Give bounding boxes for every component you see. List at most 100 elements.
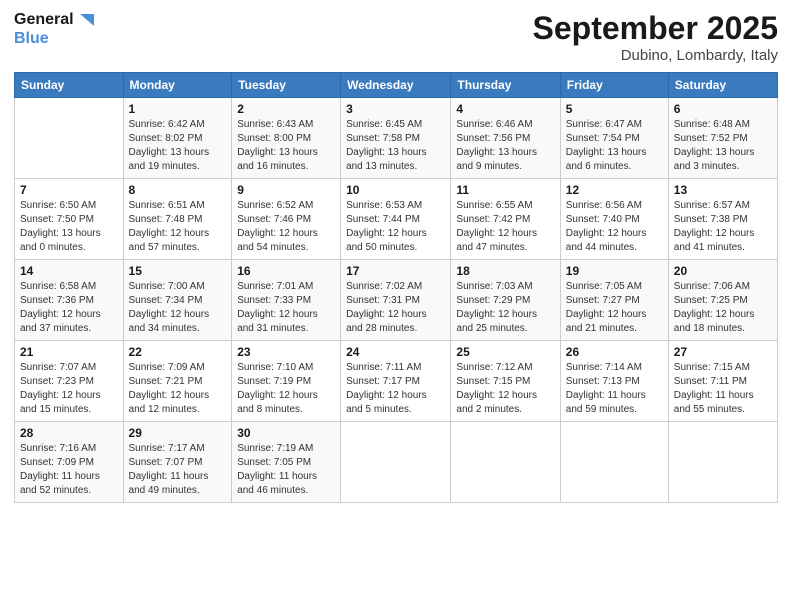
calendar-cell: 19 Sunrise: 7:05 AMSunset: 7:27 PMDaylig… (560, 260, 668, 341)
calendar-cell: 6 Sunrise: 6:48 AMSunset: 7:52 PMDayligh… (668, 98, 777, 179)
day-info: Sunrise: 6:53 AMSunset: 7:44 PMDaylight:… (346, 199, 445, 255)
day-number: 17 (346, 264, 445, 278)
logo-blue: Blue (14, 30, 96, 48)
calendar-cell (341, 422, 451, 503)
calendar-cell: 26 Sunrise: 7:14 AMSunset: 7:13 PMDaylig… (560, 341, 668, 422)
page-container: General Blue September 2025 Dubino, Lomb… (0, 0, 792, 513)
calendar-cell: 30 Sunrise: 7:19 AMSunset: 7:05 PMDaylig… (232, 422, 341, 503)
day-number: 6 (674, 102, 772, 116)
calendar-cell (560, 422, 668, 503)
calendar-row: 28 Sunrise: 7:16 AMSunset: 7:09 PMDaylig… (15, 422, 778, 503)
day-info: Sunrise: 6:48 AMSunset: 7:52 PMDaylight:… (674, 118, 772, 174)
calendar-row: 14 Sunrise: 6:58 AMSunset: 7:36 PMDaylig… (15, 260, 778, 341)
day-info: Sunrise: 6:43 AMSunset: 8:00 PMDaylight:… (237, 118, 335, 174)
day-info: Sunrise: 6:57 AMSunset: 7:38 PMDaylight:… (674, 199, 772, 255)
location-title: Dubino, Lombardy, Italy (533, 47, 778, 64)
header: General Blue September 2025 Dubino, Lomb… (14, 10, 778, 64)
day-number: 9 (237, 183, 335, 197)
day-info: Sunrise: 6:46 AMSunset: 7:56 PMDaylight:… (456, 118, 554, 174)
calendar-cell: 25 Sunrise: 7:12 AMSunset: 7:15 PMDaylig… (451, 341, 560, 422)
calendar-cell (668, 422, 777, 503)
calendar-cell: 11 Sunrise: 6:55 AMSunset: 7:42 PMDaylig… (451, 179, 560, 260)
calendar-cell: 7 Sunrise: 6:50 AMSunset: 7:50 PMDayligh… (15, 179, 124, 260)
day-info: Sunrise: 7:07 AMSunset: 7:23 PMDaylight:… (20, 361, 118, 417)
calendar-cell: 8 Sunrise: 6:51 AMSunset: 7:48 PMDayligh… (123, 179, 232, 260)
col-monday: Monday (123, 73, 232, 98)
day-number: 18 (456, 264, 554, 278)
day-number: 7 (20, 183, 118, 197)
day-info: Sunrise: 6:45 AMSunset: 7:58 PMDaylight:… (346, 118, 445, 174)
day-number: 24 (346, 345, 445, 359)
title-block: September 2025 Dubino, Lombardy, Italy (533, 10, 778, 64)
logo-general: General (14, 11, 74, 29)
calendar-cell (451, 422, 560, 503)
day-number: 11 (456, 183, 554, 197)
logo-triangle-icon (76, 10, 96, 30)
day-info: Sunrise: 7:19 AMSunset: 7:05 PMDaylight:… (237, 442, 335, 498)
calendar-cell: 27 Sunrise: 7:15 AMSunset: 7:11 PMDaylig… (668, 341, 777, 422)
day-info: Sunrise: 7:16 AMSunset: 7:09 PMDaylight:… (20, 442, 118, 498)
day-info: Sunrise: 6:51 AMSunset: 7:48 PMDaylight:… (129, 199, 227, 255)
calendar-cell: 18 Sunrise: 7:03 AMSunset: 7:29 PMDaylig… (451, 260, 560, 341)
day-info: Sunrise: 6:50 AMSunset: 7:50 PMDaylight:… (20, 199, 118, 255)
day-info: Sunrise: 7:15 AMSunset: 7:11 PMDaylight:… (674, 361, 772, 417)
day-number: 10 (346, 183, 445, 197)
day-number: 29 (129, 426, 227, 440)
day-info: Sunrise: 7:05 AMSunset: 7:27 PMDaylight:… (566, 280, 663, 336)
calendar-cell: 24 Sunrise: 7:11 AMSunset: 7:17 PMDaylig… (341, 341, 451, 422)
calendar-table: Sunday Monday Tuesday Wednesday Thursday… (14, 72, 778, 503)
day-number: 28 (20, 426, 118, 440)
day-number: 2 (237, 102, 335, 116)
day-info: Sunrise: 6:47 AMSunset: 7:54 PMDaylight:… (566, 118, 663, 174)
day-info: Sunrise: 7:17 AMSunset: 7:07 PMDaylight:… (129, 442, 227, 498)
calendar-cell: 28 Sunrise: 7:16 AMSunset: 7:09 PMDaylig… (15, 422, 124, 503)
calendar-cell: 2 Sunrise: 6:43 AMSunset: 8:00 PMDayligh… (232, 98, 341, 179)
day-number: 23 (237, 345, 335, 359)
calendar-cell: 12 Sunrise: 6:56 AMSunset: 7:40 PMDaylig… (560, 179, 668, 260)
day-number: 12 (566, 183, 663, 197)
calendar-row: 7 Sunrise: 6:50 AMSunset: 7:50 PMDayligh… (15, 179, 778, 260)
day-number: 26 (566, 345, 663, 359)
calendar-cell: 17 Sunrise: 7:02 AMSunset: 7:31 PMDaylig… (341, 260, 451, 341)
col-thursday: Thursday (451, 73, 560, 98)
day-info: Sunrise: 7:01 AMSunset: 7:33 PMDaylight:… (237, 280, 335, 336)
day-info: Sunrise: 7:10 AMSunset: 7:19 PMDaylight:… (237, 361, 335, 417)
day-number: 25 (456, 345, 554, 359)
day-number: 19 (566, 264, 663, 278)
header-row: Sunday Monday Tuesday Wednesday Thursday… (15, 73, 778, 98)
day-info: Sunrise: 6:55 AMSunset: 7:42 PMDaylight:… (456, 199, 554, 255)
month-title: September 2025 (533, 10, 778, 47)
day-number: 21 (20, 345, 118, 359)
day-number: 5 (566, 102, 663, 116)
col-saturday: Saturday (668, 73, 777, 98)
day-number: 4 (456, 102, 554, 116)
calendar-cell: 4 Sunrise: 6:46 AMSunset: 7:56 PMDayligh… (451, 98, 560, 179)
day-number: 3 (346, 102, 445, 116)
calendar-cell: 5 Sunrise: 6:47 AMSunset: 7:54 PMDayligh… (560, 98, 668, 179)
calendar-cell (15, 98, 124, 179)
day-info: Sunrise: 7:09 AMSunset: 7:21 PMDaylight:… (129, 361, 227, 417)
calendar-cell: 3 Sunrise: 6:45 AMSunset: 7:58 PMDayligh… (341, 98, 451, 179)
day-info: Sunrise: 6:52 AMSunset: 7:46 PMDaylight:… (237, 199, 335, 255)
col-tuesday: Tuesday (232, 73, 341, 98)
day-number: 8 (129, 183, 227, 197)
calendar-cell: 22 Sunrise: 7:09 AMSunset: 7:21 PMDaylig… (123, 341, 232, 422)
day-number: 20 (674, 264, 772, 278)
day-info: Sunrise: 7:02 AMSunset: 7:31 PMDaylight:… (346, 280, 445, 336)
calendar-cell: 15 Sunrise: 7:00 AMSunset: 7:34 PMDaylig… (123, 260, 232, 341)
calendar-cell: 16 Sunrise: 7:01 AMSunset: 7:33 PMDaylig… (232, 260, 341, 341)
calendar-cell: 9 Sunrise: 6:52 AMSunset: 7:46 PMDayligh… (232, 179, 341, 260)
calendar-cell: 21 Sunrise: 7:07 AMSunset: 7:23 PMDaylig… (15, 341, 124, 422)
day-number: 14 (20, 264, 118, 278)
day-info: Sunrise: 6:56 AMSunset: 7:40 PMDaylight:… (566, 199, 663, 255)
day-number: 16 (237, 264, 335, 278)
calendar-cell: 14 Sunrise: 6:58 AMSunset: 7:36 PMDaylig… (15, 260, 124, 341)
calendar-cell: 1 Sunrise: 6:42 AMSunset: 8:02 PMDayligh… (123, 98, 232, 179)
day-info: Sunrise: 7:12 AMSunset: 7:15 PMDaylight:… (456, 361, 554, 417)
calendar-cell: 23 Sunrise: 7:10 AMSunset: 7:19 PMDaylig… (232, 341, 341, 422)
calendar-row: 1 Sunrise: 6:42 AMSunset: 8:02 PMDayligh… (15, 98, 778, 179)
day-number: 15 (129, 264, 227, 278)
col-sunday: Sunday (15, 73, 124, 98)
day-info: Sunrise: 6:58 AMSunset: 7:36 PMDaylight:… (20, 280, 118, 336)
day-number: 27 (674, 345, 772, 359)
